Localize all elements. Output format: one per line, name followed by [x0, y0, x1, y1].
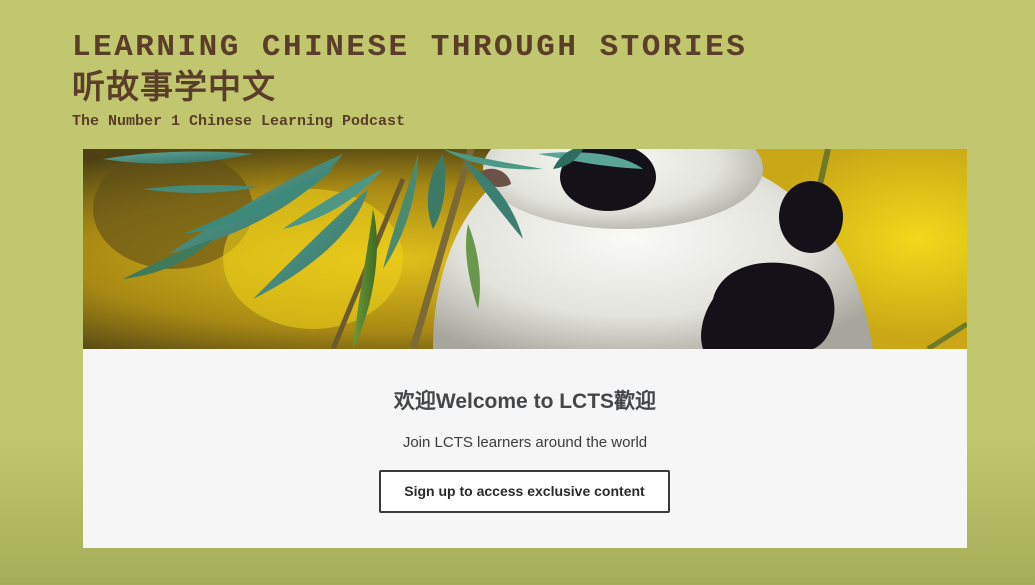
welcome-heading: 欢迎Welcome to LCTS歡迎 — [393, 390, 657, 413]
welcome-subtitle: Join LCTS learners around the world — [402, 434, 648, 451]
site-tagline: The Number 1 Chinese Learning Podcast — [72, 113, 406, 130]
site-title-chinese[interactable]: 听故事学中文 — [72, 66, 747, 108]
welcome-card: 欢迎Welcome to LCTS歡迎 Join LCTS learners a… — [83, 149, 967, 548]
panda-hero-image — [83, 149, 967, 349]
site-title[interactable]: LEARNING CHINESE THROUGH STORIES — [72, 30, 747, 66]
card-body: 欢迎Welcome to LCTS歡迎 Join LCTS learners a… — [83, 349, 967, 548]
site-header: LEARNING CHINESE THROUGH STORIES 听故事学中文 … — [72, 30, 747, 133]
signup-button[interactable]: Sign up to access exclusive content — [379, 470, 670, 513]
